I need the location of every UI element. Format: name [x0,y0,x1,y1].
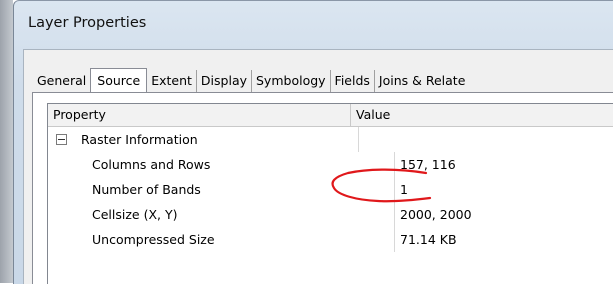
group-row-raster-information[interactable]: Raster Information [48,127,613,152]
tab-symbology[interactable]: Symbology [251,70,330,92]
tab-joins-relates[interactable]: Joins & Relate [373,70,469,92]
tab-extent[interactable]: Extent [147,70,196,92]
tab-fields[interactable]: Fields [329,70,374,92]
layer-properties-dialog: Layer Properties General Source Extent D… [13,0,613,284]
property-cell: Uncompressed Size [48,227,395,252]
source-tab-panel: Property Value Raster Information Column… [32,92,613,284]
red-annotation-bracket [331,168,432,203]
group-label: Raster Information [81,132,198,147]
group-cell: Raster Information [48,127,359,152]
tab-source[interactable]: Source [90,68,148,94]
column-header-value[interactable]: Value [351,104,390,126]
column-header-property[interactable]: Property [48,104,351,126]
value-cell: 71.14 KB [400,232,457,247]
grid-header: Property Value [48,104,613,127]
tab-strip: General Source Extent Display Symbology … [31,68,469,94]
dialog-title: Layer Properties [28,15,147,31]
background-strip [0,0,13,283]
collapse-minus-icon[interactable] [56,134,67,145]
group-value-cell [359,127,364,152]
tab-general[interactable]: General [31,70,90,92]
tab-display[interactable]: Display [195,70,251,92]
table-row[interactable]: Uncompressed Size 71.14 KB [48,227,613,252]
dialog-content: General Source Extent Display Symbology … [23,49,613,284]
